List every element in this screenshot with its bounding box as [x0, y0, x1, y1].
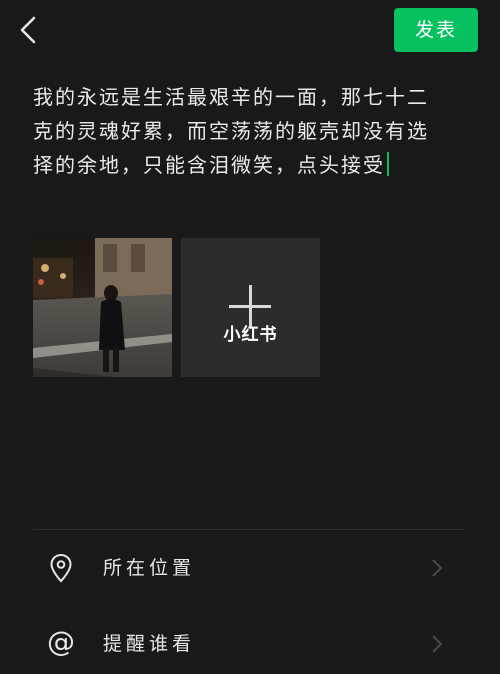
mention-row[interactable]: @ 提醒谁看 — [0, 614, 500, 674]
attached-photo[interactable] — [33, 238, 172, 377]
publish-button[interactable]: 发表 — [394, 8, 478, 52]
photo-thumbnail — [33, 238, 172, 377]
chevron-left-icon — [20, 16, 36, 44]
top-bar: 发表 — [0, 0, 500, 60]
at-icon: @ — [47, 625, 75, 658]
location-row[interactable]: 所在位置 — [0, 538, 500, 598]
location-pin-icon — [50, 553, 72, 583]
mention-label: 提醒谁看 — [103, 633, 196, 655]
location-label: 所在位置 — [103, 557, 196, 579]
back-button[interactable] — [14, 12, 44, 48]
chevron-right-icon — [432, 559, 443, 577]
chevron-right-icon — [432, 635, 443, 653]
divider — [33, 529, 465, 530]
text-cursor — [387, 152, 389, 176]
add-media-button[interactable]: 小红书 — [181, 238, 320, 377]
post-text-input[interactable]: 我的永远是生活最艰辛的一面，那七十二克的灵魂好累，而空荡荡的躯壳却没有选择的余地… — [33, 80, 448, 182]
watermark-logo: 小红书 — [223, 325, 278, 345]
post-text-content: 我的永远是生活最艰辛的一面，那七十二克的灵魂好累，而空荡荡的躯壳却没有选择的余地… — [33, 85, 429, 177]
